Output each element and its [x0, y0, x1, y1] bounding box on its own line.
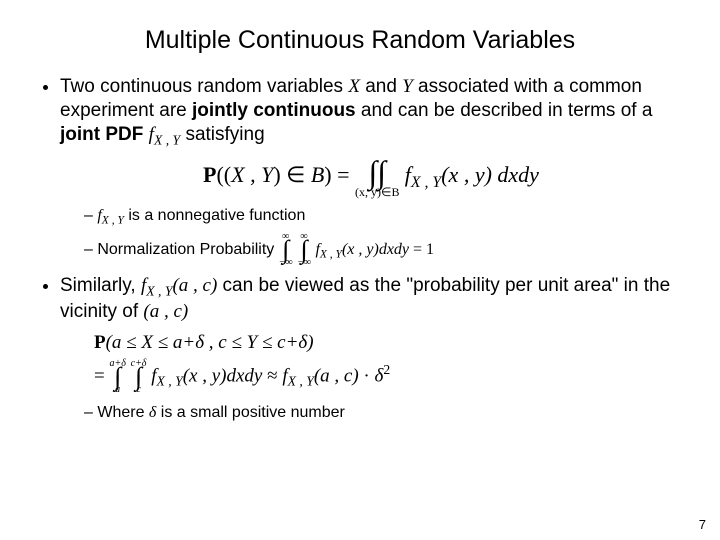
bullet-1-text-4: and can be described in terms of a: [356, 100, 653, 121]
bullet-2-text-1: Similarly,: [60, 275, 141, 296]
bullet-1-text-6: satisfying: [180, 124, 264, 145]
sym-y: Y: [402, 76, 413, 97]
bullet-1-bold-1: jointly continuous: [192, 100, 356, 121]
bullet-1-bold-2: joint PDF: [60, 124, 143, 145]
bullet-1-text-2: and: [360, 76, 402, 97]
ac-inline: (a , c): [143, 301, 188, 322]
slide: Multiple Continuous Random Variables Two…: [0, 0, 720, 540]
integral-a-icon: a+δ ∫ a: [109, 359, 125, 395]
bullet-list: Two continuous random variables X and Y …: [38, 75, 682, 423]
slide-title: Multiple Continuous Random Variables: [38, 26, 682, 55]
sub-bullet-delta: Where δ is a small positive number: [84, 403, 682, 423]
sub-bullet-nonneg: fX , Y is a nonnegative function: [84, 206, 682, 228]
double-integral-icon: ∫∫ (x, y)∈B: [355, 156, 399, 198]
bullet-2: Similarly, fX , Y(a , c) can be viewed a…: [60, 274, 682, 423]
fxy-inline: fX , Y: [149, 124, 181, 145]
sub-list-1: fX , Y is a nonnegative function Normali…: [60, 206, 682, 268]
equation-1: P((X , Y) ∈ B) = ∫∫ (x, y)∈B fX , Y(x , …: [60, 156, 682, 198]
integral-c-icon: c+δ ∫ c: [131, 359, 147, 395]
integral-2-icon: ∞ ∫ −∞: [297, 232, 311, 268]
integral-1-icon: ∞ ∫ −∞: [279, 232, 293, 268]
bullet-1-text-1: Two continuous random variables: [60, 76, 348, 97]
sub-list-2: Where δ is a small positive number: [60, 403, 682, 423]
page-number: 7: [699, 517, 706, 532]
bullet-1: Two continuous random variables X and Y …: [60, 75, 682, 268]
fxy-ac-inline: fX , Y(a , c): [141, 275, 217, 296]
sub-bullet-normalization: Normalization Probability ∞ ∫ −∞ ∞ ∫ −∞ …: [84, 232, 682, 268]
equation-2: P(a ≤ X ≤ a+δ , c ≤ Y ≤ c+δ) = a+δ ∫ a c…: [60, 331, 682, 395]
sym-x: X: [348, 76, 360, 97]
